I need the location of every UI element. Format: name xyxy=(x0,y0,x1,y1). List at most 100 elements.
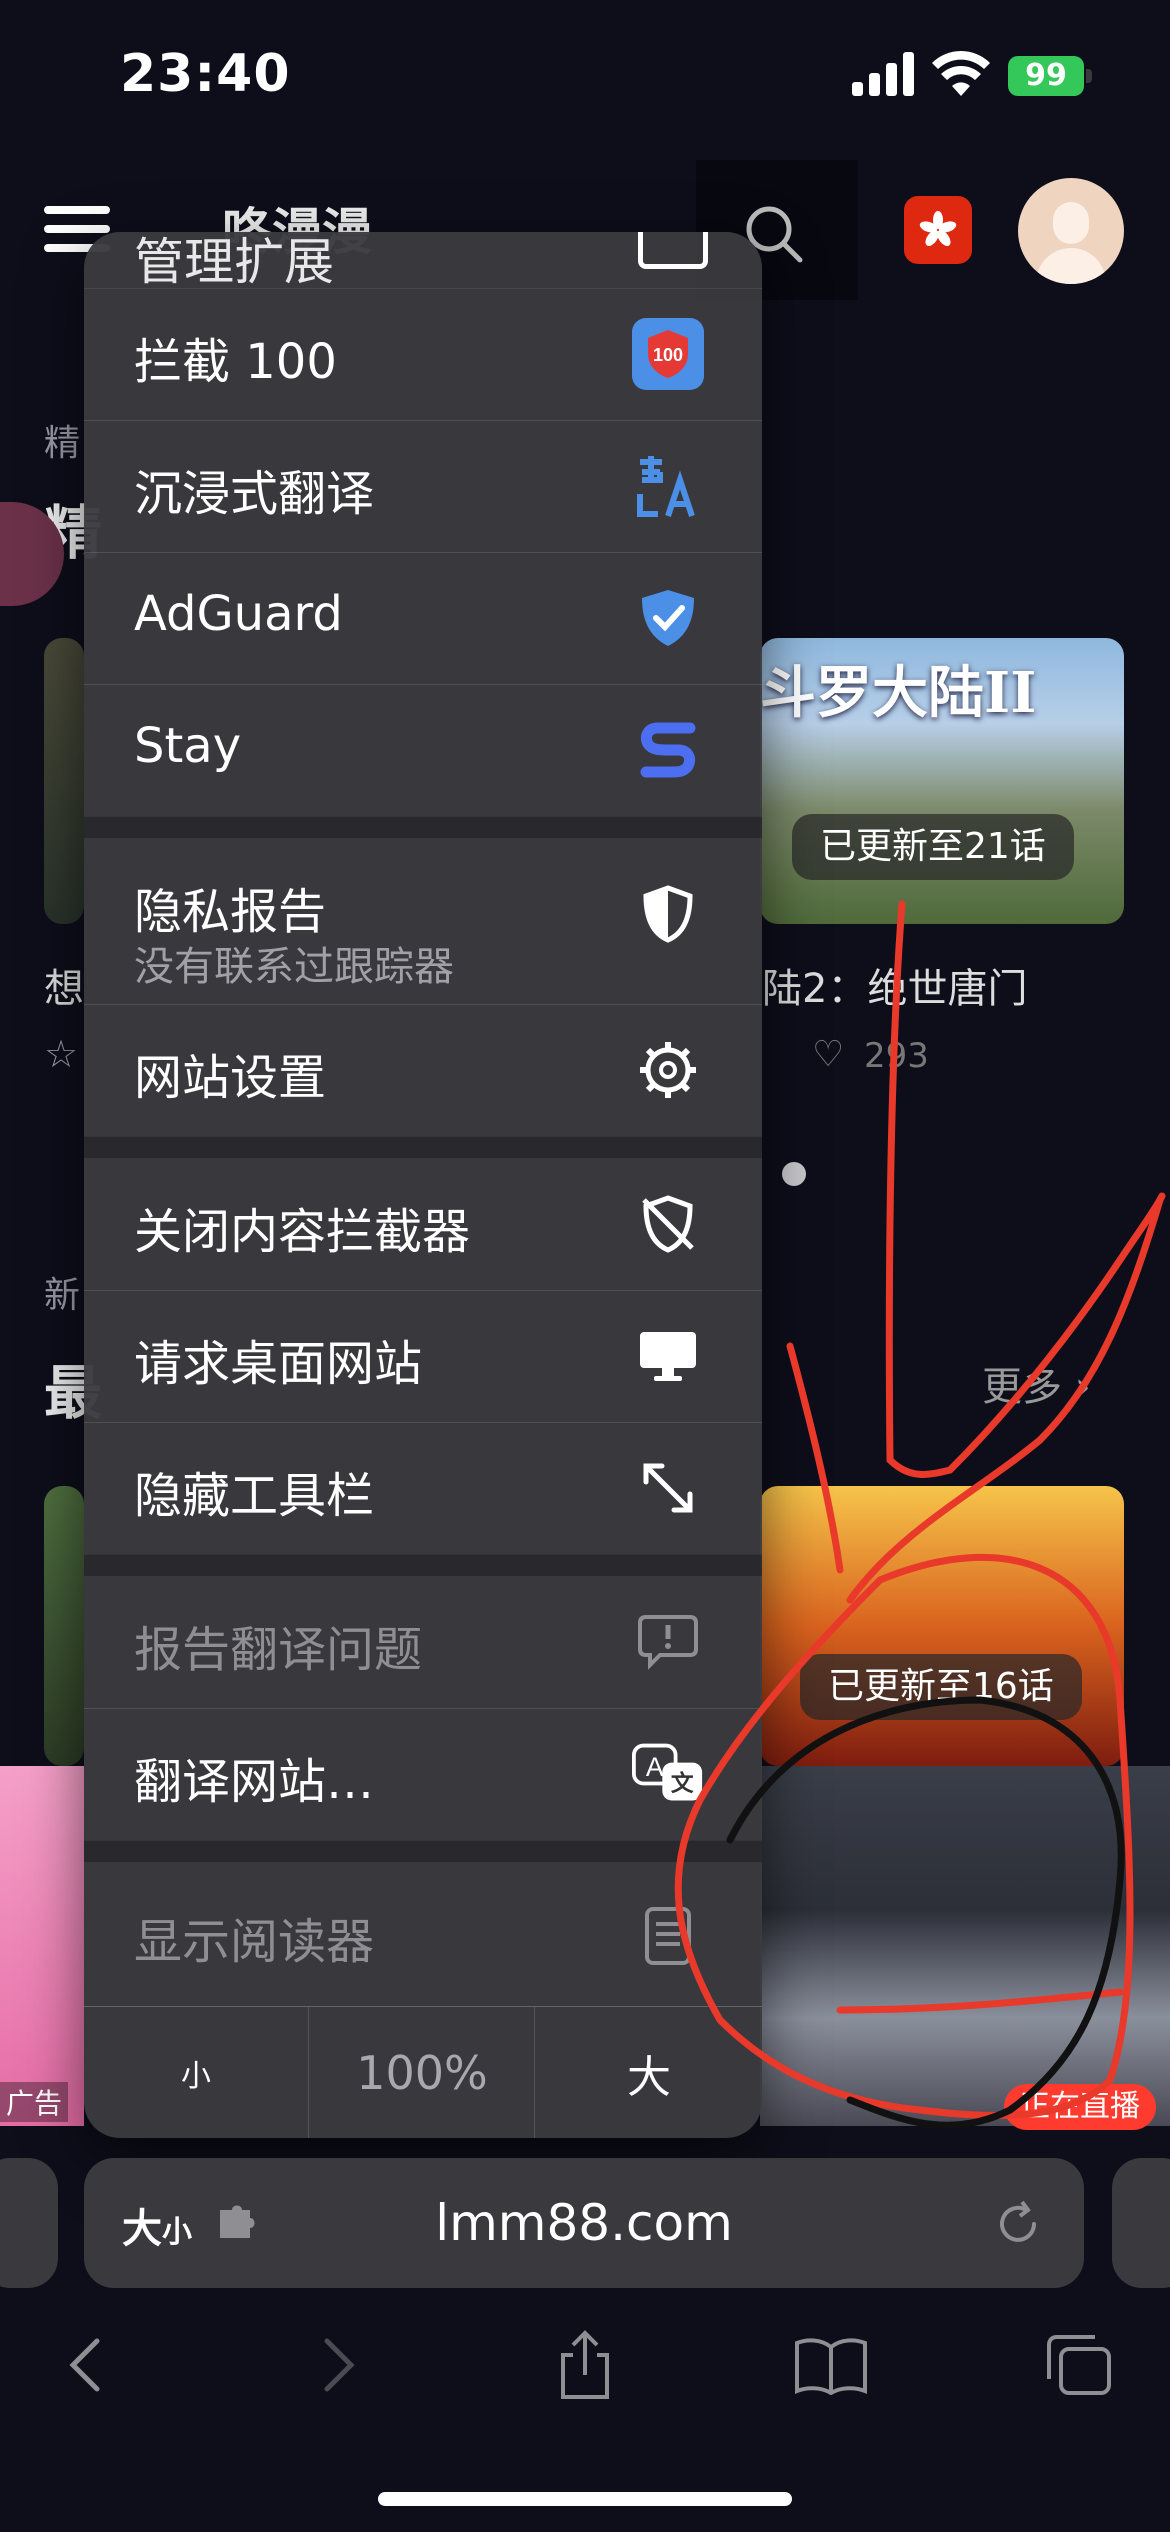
menu-item-request-desktop-site[interactable]: 请求桌面网站 xyxy=(84,1290,762,1423)
book-icon xyxy=(795,2338,867,2395)
section-label-new: 新 xyxy=(44,1275,81,1316)
comic-card-left[interactable] xyxy=(44,638,84,924)
menu-item-label: 翻译网站… xyxy=(134,1754,375,1810)
menu-item-show-reader[interactable]: 显示阅读器 xyxy=(84,1862,762,2007)
menu-item-manage-extensions[interactable]: 管理扩展 xyxy=(84,232,762,291)
comic-cover-title: 斗罗大陆II xyxy=(760,660,1037,726)
menu-item-label: 显示阅读器 xyxy=(134,1914,375,1970)
menu-item-hide-toolbar[interactable]: 隐藏工具栏 xyxy=(84,1422,762,1555)
live-badge[interactable]: 正在直播 xyxy=(1004,2084,1156,2130)
chevron-right-icon: › xyxy=(1074,1364,1091,1410)
home-indicator xyxy=(378,2492,792,2506)
browser-toolbar xyxy=(0,2310,1170,2420)
svg-text:A: A xyxy=(646,1752,664,1782)
block-100-icon: 100 xyxy=(632,318,704,390)
menu-item-label: 网站设置 xyxy=(134,1050,327,1106)
heart-icon: ♡ xyxy=(812,1034,845,1075)
user-avatar[interactable] xyxy=(1018,178,1124,284)
menu-item-label: 拦截 100 xyxy=(134,334,337,390)
cellular-signal-icon xyxy=(852,52,914,96)
zoom-controls: 小 100% 大 xyxy=(84,2006,762,2138)
carousel-dot[interactable] xyxy=(782,1162,806,1186)
page-menu-popover: 管理扩展 拦截 100 100 沉浸式翻译 AdGuard Stay 隐私报告 … xyxy=(84,232,762,2138)
menu-item-label: 管理扩展 xyxy=(134,233,334,291)
share-button[interactable] xyxy=(540,2320,630,2410)
ad-label: 广告 xyxy=(0,2082,69,2122)
comic-title-right[interactable]: 陆2：绝世唐门 xyxy=(762,956,1027,1014)
update-badge-2: 已更新至16话 xyxy=(800,1654,1082,1720)
menu-item-sublabel: 没有联系过跟踪器 xyxy=(134,944,454,990)
like-count: 293 xyxy=(864,1036,929,1076)
ad-banner-left[interactable] xyxy=(0,1766,84,2126)
gear-icon xyxy=(632,1034,704,1106)
menu-separator xyxy=(84,816,762,838)
menu-item-label: AdGuard xyxy=(134,586,343,642)
back-button[interactable] xyxy=(40,2320,130,2410)
menu-item-immersive-translate[interactable]: 沉浸式翻译 xyxy=(84,420,762,553)
shield-slash-icon xyxy=(632,1188,704,1260)
share-icon xyxy=(561,2330,609,2399)
menu-item-stay[interactable]: Stay xyxy=(84,684,762,817)
menu-separator xyxy=(84,1136,762,1158)
immersive-translate-icon xyxy=(632,450,704,522)
forward-button[interactable] xyxy=(294,2320,384,2410)
section-label-featured: 精 xyxy=(44,423,81,464)
report-bubble-icon xyxy=(632,1606,704,1678)
menu-item-website-settings[interactable]: 网站设置 xyxy=(84,1004,762,1137)
bauhinia-icon xyxy=(919,211,957,246)
menu-item-disable-content-blockers[interactable]: 关闭内容拦截器 xyxy=(84,1158,762,1291)
stay-icon xyxy=(632,714,704,786)
comic-card-right-2[interactable]: 已更新至16话 xyxy=(760,1486,1124,1766)
menu-item-label: 隐私报告 xyxy=(134,884,327,940)
comic-title-left[interactable]: 想 xyxy=(44,956,84,1014)
zoom-level[interactable]: 100% xyxy=(308,2007,535,2138)
chevron-left-icon xyxy=(69,2338,100,2392)
previous-tab-preview[interactable] xyxy=(0,2158,58,2288)
reload-icon[interactable] xyxy=(992,2198,1044,2250)
menu-item-adguard[interactable]: AdGuard xyxy=(84,552,762,685)
clock: 23:40 xyxy=(120,44,291,104)
svg-text:100: 100 xyxy=(653,345,683,365)
battery-indicator: 99 xyxy=(1008,56,1092,96)
menu-item-report-translation-issue[interactable]: 报告翻译问题 xyxy=(84,1576,762,1709)
expand-arrows-icon xyxy=(632,1452,704,1524)
url-text[interactable]: lmm88.com xyxy=(84,2194,1084,2252)
wifi-icon xyxy=(932,50,990,96)
address-bar[interactable]: 大小 lmm88.com xyxy=(84,2158,1084,2288)
comic-card-douluo[interactable]: 斗罗大陆II 已更新至21话 xyxy=(760,638,1124,924)
chevron-right-icon xyxy=(324,2338,355,2392)
battery-level: 99 xyxy=(1008,56,1084,96)
comic-card-left-2[interactable] xyxy=(44,1486,84,1766)
next-tab-preview[interactable] xyxy=(1112,2158,1170,2288)
privacy-shield-icon xyxy=(632,878,704,950)
svg-text:文: 文 xyxy=(671,1770,694,1797)
star-icon: ☆ xyxy=(44,1032,79,1076)
menu-item-label: Stay xyxy=(134,718,242,774)
menu-item-block-100[interactable]: 拦截 100 100 xyxy=(84,288,762,421)
zoom-in-button[interactable]: 大 xyxy=(534,2007,762,2138)
menu-item-privacy-report[interactable]: 隐私报告 没有联系过跟踪器 xyxy=(84,838,762,1005)
menu-item-label: 隐藏工具栏 xyxy=(134,1468,375,1524)
menu-item-label: 报告翻译问题 xyxy=(134,1622,423,1678)
menu-item-label: 沉浸式翻译 xyxy=(134,466,375,522)
menu-item-label: 关闭内容拦截器 xyxy=(134,1204,471,1260)
menu-separator xyxy=(84,1840,762,1862)
extension-manage-icon xyxy=(638,232,708,269)
menu-separator xyxy=(84,1554,762,1576)
status-bar: 23:40 99 xyxy=(0,0,1170,140)
bookmarks-button[interactable] xyxy=(786,2320,876,2410)
menu-item-label: 请求桌面网站 xyxy=(134,1336,423,1392)
ad-banner-right[interactable] xyxy=(760,1766,1170,2126)
desktop-icon xyxy=(632,1320,704,1392)
adguard-shield-icon xyxy=(632,582,704,654)
region-flag-button[interactable] xyxy=(904,196,972,264)
reader-icon xyxy=(632,1900,704,1972)
tabs-button[interactable] xyxy=(1034,2320,1124,2410)
battery-tip xyxy=(1086,69,1092,83)
update-badge: 已更新至21话 xyxy=(792,814,1074,880)
more-label: 更多 xyxy=(982,1364,1062,1410)
more-link[interactable]: 更多 › xyxy=(982,1354,1091,1412)
tabs-icon xyxy=(1047,2335,1111,2395)
menu-item-translate-website[interactable]: 翻译网站… A文 xyxy=(84,1708,762,1841)
zoom-out-button[interactable]: 小 xyxy=(84,2007,308,2138)
